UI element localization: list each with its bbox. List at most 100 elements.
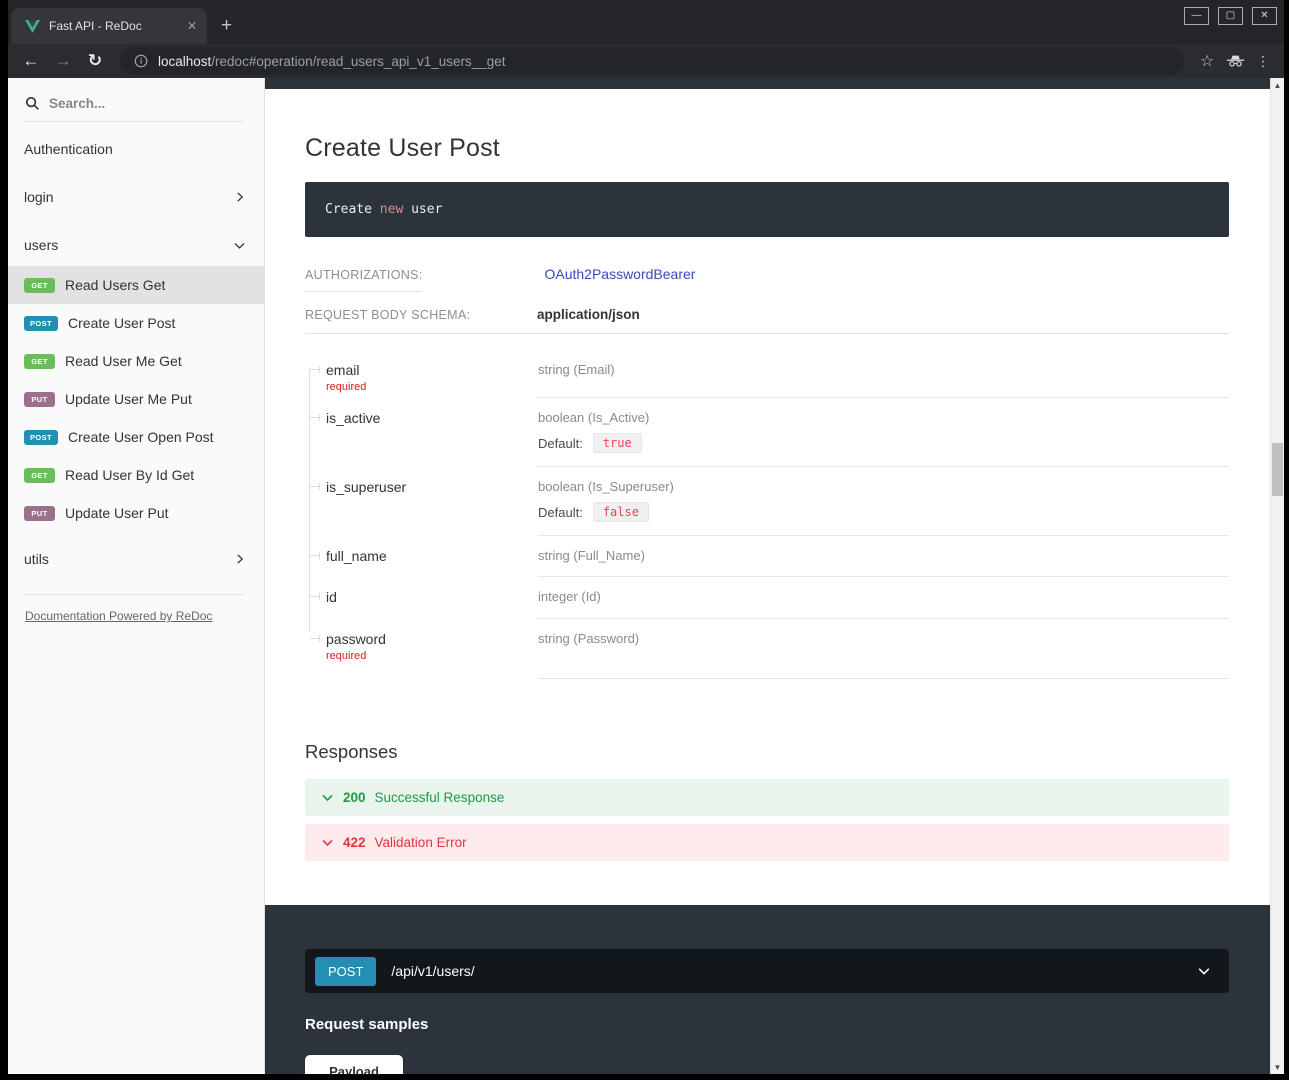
sidebar-item-label: Read User By Id Get	[65, 467, 246, 483]
sidebar-item-read-user-me-get[interactable]: GET Read User Me Get	[8, 342, 264, 380]
window-controls: — ▢ ✕	[1184, 7, 1277, 25]
tab-strip: Fast API - ReDoc ✕ + — ▢ ✕	[8, 0, 1284, 44]
schema-fields-table: email required string (Email) is_active …	[305, 350, 1229, 679]
bookmark-star-icon[interactable]: ☆	[1194, 51, 1220, 71]
sidebar-item-label: Update User Me Put	[65, 391, 246, 407]
vue-favicon-icon	[25, 20, 40, 33]
operation-description-code: Create new user	[305, 182, 1229, 237]
auth-scheme-link[interactable]: OAuth2PasswordBearer	[544, 266, 695, 282]
sidebar-item-create-user-post[interactable]: POST Create User Post	[8, 304, 264, 342]
sidebar-item-label: Update User Put	[65, 505, 246, 521]
chevron-down-icon	[233, 239, 246, 252]
new-tab-button[interactable]: +	[221, 16, 232, 35]
sidebar-item-label: Read Users Get	[65, 277, 246, 293]
field-name[interactable]: is_superuser	[305, 467, 538, 536]
field-name[interactable]: is_active	[305, 398, 538, 467]
url-text: localhost/redoc#operation/read_users_api…	[158, 54, 506, 69]
browser-window: Fast API - ReDoc ✕ + — ▢ ✕ ← → ↻ localho…	[8, 0, 1284, 1074]
sidebar-item-read-users-get[interactable]: GET Read Users Get	[8, 266, 264, 304]
default-label: Default:	[538, 505, 583, 520]
response-label: Successful Response	[375, 790, 505, 805]
incognito-icon	[1222, 54, 1248, 68]
response-label: Validation Error	[375, 835, 467, 850]
field-row-id: id integer (Id)	[305, 577, 1229, 619]
browser-toolbar: ← → ↻ localhost/redoc#operation/read_use…	[8, 44, 1284, 78]
tab-close-icon[interactable]: ✕	[187, 19, 197, 33]
browser-menu-icon[interactable]: ⋮	[1250, 53, 1276, 70]
tab-title: Fast API - ReDoc	[49, 19, 178, 33]
field-type: integer (Id)	[538, 577, 1229, 619]
endpoint-dropdown[interactable]: POST /api/v1/users/	[305, 949, 1229, 993]
field-type: string (Full_Name)	[538, 536, 1229, 577]
sidebar-item-label: users	[24, 237, 233, 253]
endpoint-path: /api/v1/users/	[391, 963, 1182, 979]
sidebar-item-authentication[interactable]: Authentication	[8, 128, 264, 170]
search-input[interactable]	[49, 96, 219, 111]
sidebar-item-update-user-put[interactable]: PUT Update User Put	[8, 494, 264, 532]
redoc-footer-link[interactable]: Documentation Powered by ReDoc	[25, 609, 244, 623]
response-422-bar[interactable]: 422 Validation Error	[305, 824, 1229, 861]
http-method-badge: PUT	[24, 392, 55, 407]
sidebar: Authentication login users GET Read User…	[8, 78, 265, 1074]
chevron-right-icon	[234, 191, 246, 203]
payload-tab[interactable]: Payload	[305, 1055, 403, 1074]
field-name[interactable]: id	[305, 577, 538, 619]
sidebar-item-users[interactable]: users	[8, 224, 264, 266]
back-icon[interactable]: ←	[16, 51, 46, 71]
sidebar-item-label: Read User Me Get	[65, 353, 246, 369]
sidebar-item-read-user-by-id-get[interactable]: GET Read User By Id Get	[8, 456, 264, 494]
close-button[interactable]: ✕	[1252, 7, 1277, 25]
scroll-down-arrow[interactable]: ▼	[1271, 1060, 1284, 1074]
http-method-badge: POST	[24, 430, 58, 445]
address-bar[interactable]: localhost/redoc#operation/read_users_api…	[120, 47, 1184, 75]
sidebar-item-utils[interactable]: utils	[8, 538, 264, 580]
response-200-bar[interactable]: 200 Successful Response	[305, 779, 1229, 816]
chevron-down-icon	[1197, 964, 1211, 978]
description-text: user	[403, 202, 442, 217]
required-flag: required	[326, 381, 528, 393]
field-row-password: password required string (Password)	[305, 619, 1229, 679]
page-scrollbar[interactable]: ▲ ▼	[1270, 78, 1284, 1074]
sidebar-item-label: Authentication	[24, 141, 246, 157]
sidebar-divider	[25, 594, 244, 595]
description-code-span: new	[380, 202, 403, 217]
content-type-value: application/json	[537, 307, 640, 322]
scroll-up-arrow[interactable]: ▲	[1271, 78, 1284, 92]
http-method-badge: POST	[315, 957, 376, 986]
http-method-badge: GET	[24, 354, 55, 369]
field-name[interactable]: full_name	[305, 536, 538, 577]
http-method-badge: POST	[24, 316, 58, 331]
maximize-button[interactable]: ▢	[1218, 7, 1243, 25]
content-area: Create User Post Create new user AUTHORI…	[265, 78, 1270, 1074]
sidebar-item-create-user-open-post[interactable]: POST Create User Open Post	[8, 418, 264, 456]
field-row-email: email required string (Email)	[305, 350, 1229, 398]
search-icon	[25, 96, 40, 111]
http-method-badge: PUT	[24, 506, 55, 521]
field-type: string (Email)	[538, 350, 1229, 398]
forward-icon[interactable]: →	[48, 51, 78, 71]
search-box[interactable]	[25, 88, 244, 122]
sidebar-item-update-user-me-put[interactable]: PUT Update User Me Put	[8, 380, 264, 418]
request-samples-title: Request samples	[305, 1016, 1229, 1033]
previous-section-edge	[265, 78, 1270, 89]
page-body: Authentication login users GET Read User…	[8, 78, 1284, 1074]
sidebar-item-label: Create User Post	[68, 315, 246, 331]
response-code: 422	[343, 835, 366, 850]
sidebar-item-label: Create User Open Post	[68, 429, 246, 445]
chevron-right-icon	[234, 553, 246, 565]
sidebar-item-login[interactable]: login	[8, 176, 264, 218]
request-samples-panel: POST /api/v1/users/ Request samples Payl…	[265, 905, 1270, 1074]
field-name[interactable]: password required	[305, 619, 538, 679]
field-row-is-active: is_active boolean (Is_Active) Default:tr…	[305, 398, 1229, 467]
scrollbar-thumb[interactable]	[1272, 443, 1283, 496]
field-name[interactable]: email required	[305, 350, 538, 398]
field-type: boolean (Is_Superuser) Default:false	[538, 467, 1229, 536]
sidebar-item-label: utils	[24, 551, 234, 567]
minimize-button[interactable]: —	[1184, 7, 1209, 25]
field-type: boolean (Is_Active) Default:true	[538, 398, 1229, 467]
chevron-down-icon	[321, 791, 334, 804]
reload-icon[interactable]: ↻	[80, 51, 110, 71]
description-text: Create	[325, 202, 380, 217]
browser-tab[interactable]: Fast API - ReDoc ✕	[11, 8, 207, 44]
site-info-icon[interactable]	[134, 54, 148, 68]
